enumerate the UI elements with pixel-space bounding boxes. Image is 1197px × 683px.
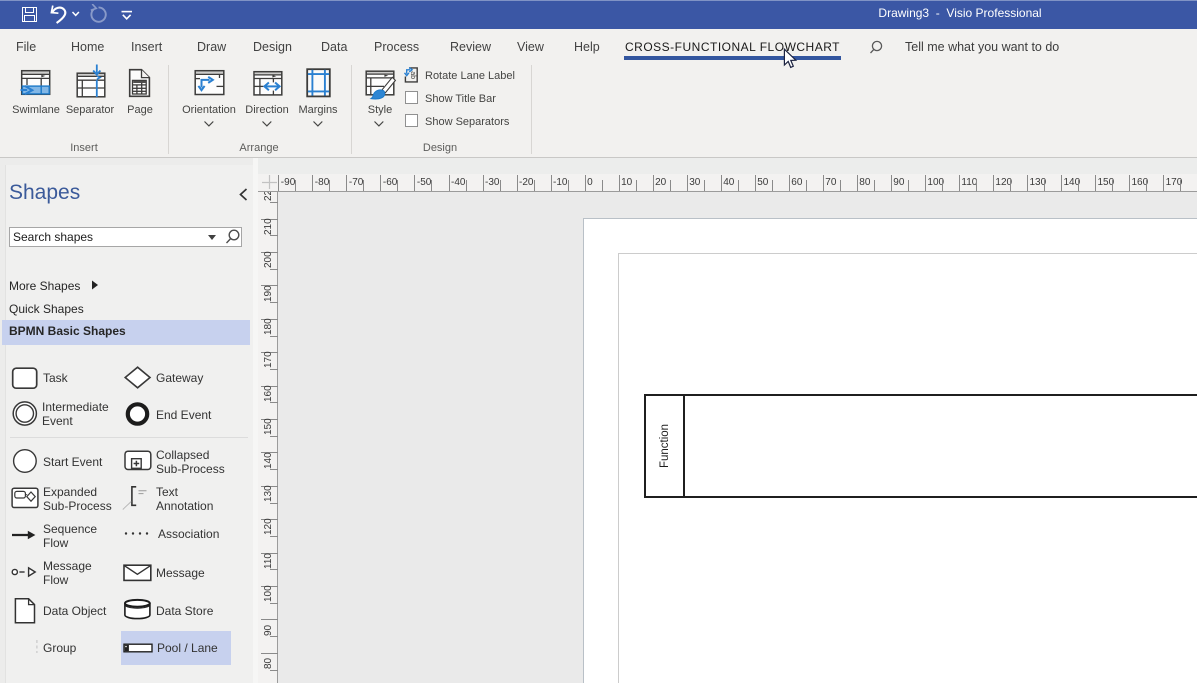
- svg-text:ab: ab: [409, 71, 416, 79]
